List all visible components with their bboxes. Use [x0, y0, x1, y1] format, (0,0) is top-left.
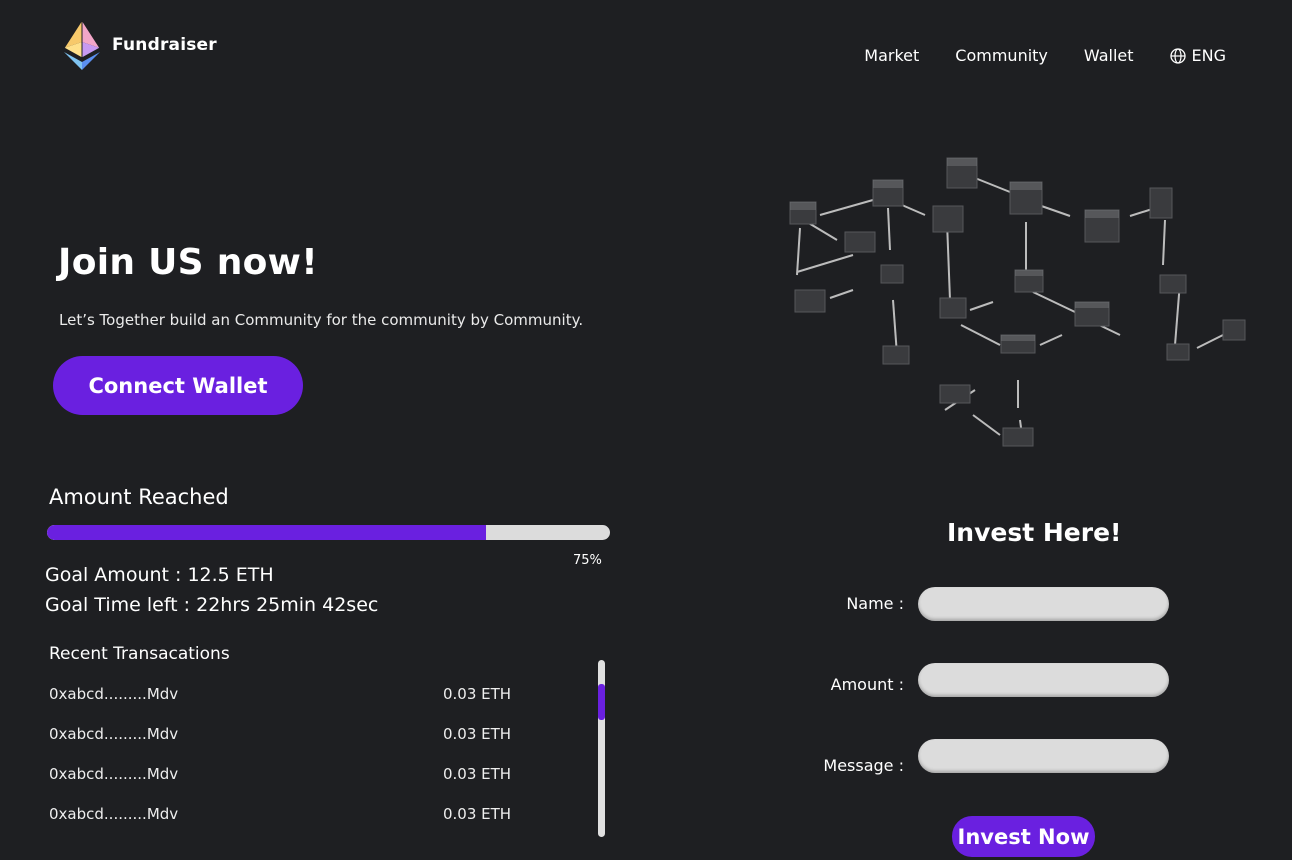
- transaction-address: 0xabcd.........Mdv: [49, 765, 179, 783]
- transaction-row: 0xabcd.........Mdv 0.03 ETH: [49, 725, 519, 765]
- transaction-row: 0xabcd.........Mdv 0.03 ETH: [49, 765, 519, 805]
- invest-now-button[interactable]: Invest Now: [952, 816, 1095, 857]
- transaction-address: 0xabcd.........Mdv: [49, 725, 179, 743]
- transaction-row: 0xabcd.........Mdv 0.03 ETH: [49, 685, 519, 725]
- brand-logo[interactable]: Fundraiser: [60, 18, 217, 72]
- amount-label: Amount :: [830, 675, 904, 694]
- goal-amount: Goal Amount : 12.5 ETH: [45, 564, 274, 586]
- transaction-address: 0xabcd.........Mdv: [49, 685, 179, 703]
- name-input[interactable]: [918, 587, 1169, 621]
- name-label: Name :: [846, 594, 904, 613]
- hero-title: Join US now!: [58, 242, 318, 283]
- nav-item-market[interactable]: Market: [864, 46, 919, 65]
- progress-percent-label: 75%: [573, 553, 602, 568]
- amount-progress-bar: [47, 525, 610, 540]
- transaction-amount: 0.03 ETH: [443, 765, 512, 783]
- transaction-amount: 0.03 ETH: [443, 685, 512, 703]
- amount-reached-title: Amount Reached: [49, 485, 229, 509]
- message-input[interactable]: [918, 739, 1169, 773]
- transactions-scrollbar-thumb[interactable]: [598, 684, 605, 720]
- brand-name: Fundraiser: [112, 35, 217, 55]
- nav-item-wallet[interactable]: Wallet: [1084, 46, 1134, 65]
- globe-icon: [1169, 47, 1186, 64]
- hero-subtitle: Let’s Together build an Community for th…: [59, 311, 584, 329]
- message-label: Message :: [823, 756, 904, 775]
- transaction-row: 0xabcd.........Mdv 0.03 ETH: [49, 805, 519, 845]
- transactions-scrollbar[interactable]: [598, 660, 605, 837]
- top-nav: Market Community Wallet ENG: [864, 46, 1226, 65]
- ethereum-diamond-icon: [63, 19, 101, 70]
- transaction-address: 0xabcd.........Mdv: [49, 805, 179, 823]
- transaction-amount: 0.03 ETH: [443, 725, 512, 743]
- connect-wallet-button[interactable]: Connect Wallet: [53, 356, 303, 415]
- amount-progress-fill: [47, 525, 487, 540]
- invest-title: Invest Here!: [947, 518, 1122, 547]
- goal-time-left: Goal Time left : 22hrs 25min 42sec: [45, 594, 379, 616]
- recent-transactions-title: Recent Transacations: [49, 644, 230, 664]
- blockchain-network-illustration: [789, 157, 1246, 447]
- language-label: ENG: [1191, 46, 1226, 65]
- transaction-amount: 0.03 ETH: [443, 805, 512, 823]
- transactions-list: 0xabcd.........Mdv 0.03 ETH 0xabcd......…: [49, 685, 519, 845]
- nav-item-community[interactable]: Community: [955, 46, 1048, 65]
- amount-input[interactable]: [918, 663, 1169, 697]
- language-selector[interactable]: ENG: [1169, 46, 1226, 65]
